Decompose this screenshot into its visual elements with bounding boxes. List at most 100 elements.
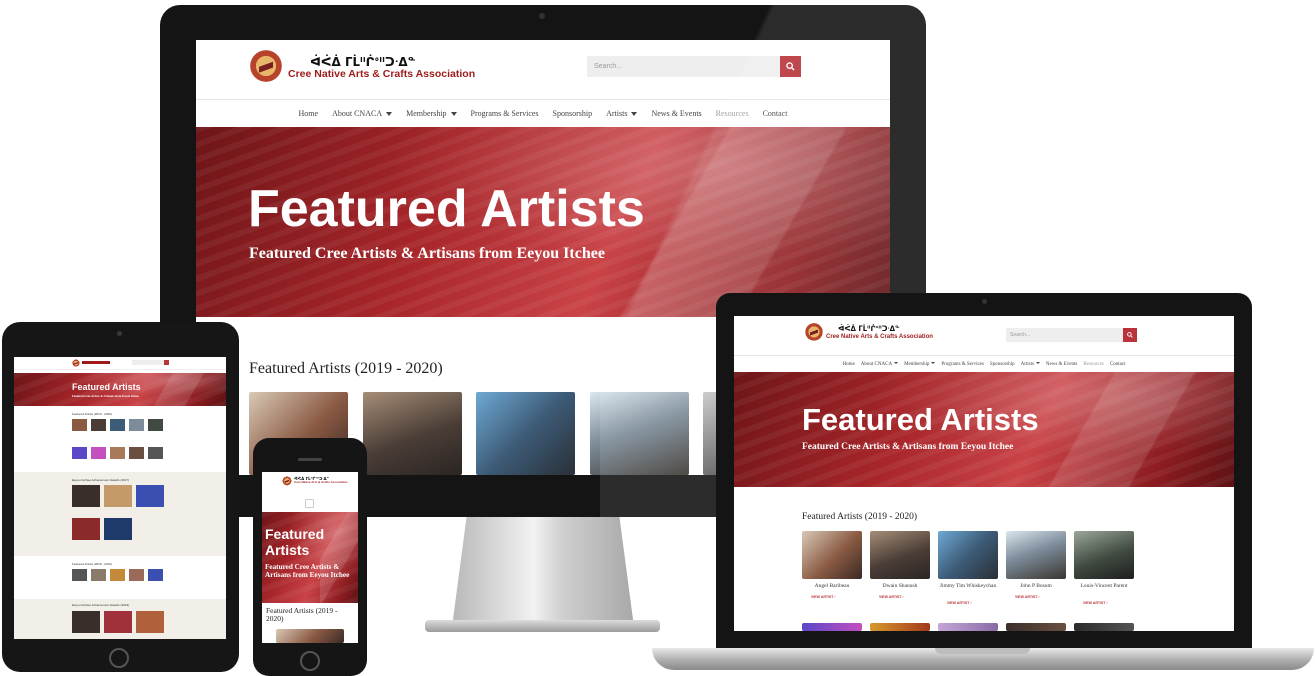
phone-screen: ᐋᐹᐄ ᒥᒫᐦᒌᐤᐦᑐᐧᐃᓐ Cree Native Arts & Crafts… [262,472,358,643]
nav-about-label: About CNACA [332,109,383,118]
nav-membership[interactable]: Membership [406,109,457,118]
caret-down-icon [450,112,457,117]
nav-artists[interactable]: Artists [1021,362,1040,367]
laptop-notch [935,648,1030,654]
nav-membership-label: Membership [406,109,447,118]
phone-logo-org-name: Cree Native Arts & Crafts Association [294,480,348,485]
tablet-awards-block-2: Eeyou Istchee Achievement Awards (2019) [14,599,226,639]
phone-home-button[interactable] [300,651,320,671]
cnaca-logo-icon [282,476,292,487]
artist-photo[interactable] [870,531,930,579]
phone-menu-button[interactable] [305,499,314,508]
view-artist-link[interactable]: VIEW ARTIST › [879,595,904,599]
nav-news[interactable]: News & Events [651,109,701,118]
view-artist-link[interactable]: VIEW ARTIST › [1015,595,1040,599]
tablet-search-button[interactable] [164,360,169,365]
tablet-section-3-title: Featured Artists (2018 - 2019) [72,562,112,566]
logo-syllabics: ᐋᐹᐄ ᒥᒫᐦᒌᐤᐦᑐᐧᐃᓐ [310,54,416,69]
nav-home[interactable]: Home [843,362,855,367]
hero-banner: Featured Artists Featured Cree Artists &… [196,127,890,317]
hero-title: Featured Artists [72,382,141,392]
artist-photo[interactable] [363,392,462,475]
view-artist-link[interactable]: VIEW ARTIST › [811,595,836,599]
tablet-home-button[interactable] [109,648,129,668]
nav-contact[interactable]: Contact [1110,362,1126,367]
artist-photo[interactable] [1006,623,1066,631]
tablet-camera [117,331,122,336]
logo-syllabics: ᐋᐹᐄ ᒥᒫᐦᒌᐤᐦᑐᐧᐃᓐ [838,324,900,333]
phone-hero-title: Featured Artists [265,526,325,559]
laptop-search-input[interactable]: Search... [1006,328,1123,342]
nav-resources[interactable]: Resources [716,109,749,118]
nav-membership[interactable]: Membership [904,362,936,367]
laptop-main-nav: Home About CNACA Membership Programs & S… [734,355,1234,372]
tablet-hero-banner: Featured Artists Featured Cree Artists &… [14,373,226,406]
nav-resources[interactable]: Resources [1083,362,1104,367]
search-icon [1127,332,1133,338]
tablet-search-input[interactable] [132,360,164,365]
artist-name: Angel Baribeau [814,583,850,589]
site-logo[interactable]: ᐋᐹᐄ ᒥᒫᐦᒌᐤᐦᑐᐧᐃᓐ Cree Native Arts & Crafts… [248,48,475,88]
artist-photo[interactable] [870,623,930,631]
artist-photo[interactable] [1006,531,1066,579]
hero-subtitle: Featured Cree Artists & Artisans from Ee… [72,394,139,398]
caret-down-icon [386,112,393,117]
nav-contact[interactable]: Contact [763,109,788,118]
artist-photo[interactable] [938,531,998,579]
view-artist-link[interactable]: VIEW ARTIST › [947,601,972,605]
artist-photo[interactable] [1074,623,1134,631]
nav-programs[interactable]: Programs & Services [471,109,539,118]
artist-photo[interactable] [276,629,344,643]
artist-name: Louis-Vincent Parent [1080,583,1128,589]
laptop-search-button[interactable] [1123,328,1137,342]
hero-title: Featured Artists [248,180,645,238]
cnaca-logo-icon [804,322,824,344]
tablet-site-header [14,357,226,369]
artist-photo[interactable] [590,392,689,475]
nav-about-label: About CNACA [860,361,893,367]
nav-sponsorship[interactable]: Sponsorship [990,362,1015,367]
tablet-awards-grid-2 [72,611,168,633]
tablet-section-1-title: Featured Artists (2019 - 2020) [72,412,112,416]
artist-photo[interactable] [938,623,998,631]
nav-news[interactable]: News & Events [1046,362,1077,367]
nav-about[interactable]: About CNACA [332,109,393,118]
nav-about[interactable]: About CNACA [860,361,899,367]
search-button[interactable] [780,56,801,77]
search-input[interactable]: Search... [587,56,780,77]
nav-programs[interactable]: Programs & Services [941,362,984,367]
nav-artists-label: Artists [1020,361,1034,367]
view-artist-link[interactable]: VIEW ARTIST › [1083,601,1108,605]
main-nav: Home About CNACA Membership Programs & S… [196,99,890,127]
laptop-site-header: ᐋᐹᐄ ᒥᒫᐦᒌᐤᐦᑐᐧᐃᓐ Cree Native Arts & Crafts… [734,316,1234,355]
nav-artists-label: Artists [606,109,628,118]
nav-home[interactable]: Home [299,109,319,118]
imac-base [425,620,660,632]
tablet-awards-block: Eeyou Istchee Achievement Awards (2017) [14,472,226,556]
tablet-logo-text [82,361,110,364]
laptop-search-bar: Search... [1006,328,1137,342]
section-title: Featured Artists (2019 - 2020) [249,360,443,377]
artist-photo[interactable] [802,531,862,579]
cnaca-logo-icon [248,48,284,88]
phone-site-header: ᐋᐹᐄ ᒥᒫᐦᒌᐤᐦᑐᐧᐃᓐ Cree Native Arts & Crafts… [262,472,358,512]
cnaca-logo-icon [72,359,80,368]
artist-name: Dwain Shanush [882,583,918,589]
site-header: ᐋᐹᐄ ᒥᒫᐦᒌᐤᐦᑐᐧᐃᓐ Cree Native Arts & Crafts… [196,40,890,99]
nav-sponsorship[interactable]: Sponsorship [553,109,593,118]
artist-photo[interactable] [1074,531,1134,579]
laptop-site-logo[interactable]: ᐋᐹᐄ ᒥᒫᐦᒌᐤᐦᑐᐧᐃᓐ Cree Native Arts & Crafts… [804,322,933,344]
laptop-hero-banner: Featured Artists Featured Cree Artists &… [734,372,1234,487]
imac-stand [452,517,634,627]
logo-org-name: Cree Native Arts & Crafts Association [288,67,476,80]
artist-photo[interactable] [802,623,862,631]
phone-hero-subtitle: Featured Cree Artists & Artisans from Ee… [265,563,350,579]
nav-artists[interactable]: Artists [606,109,638,118]
artist-photo[interactable] [476,392,575,475]
hero-title: Featured Artists [802,402,1039,437]
tablet-section-2-title: Eeyou Istchee Achievement Awards (2017) [72,478,130,482]
tablet-artist-grid-1 [72,419,168,459]
search-bar: Search... [587,56,801,77]
laptop-section-title: Featured Artists (2019 - 2020) [802,512,918,522]
tablet-screen: Featured Artists Featured Cree Artists &… [14,357,226,639]
